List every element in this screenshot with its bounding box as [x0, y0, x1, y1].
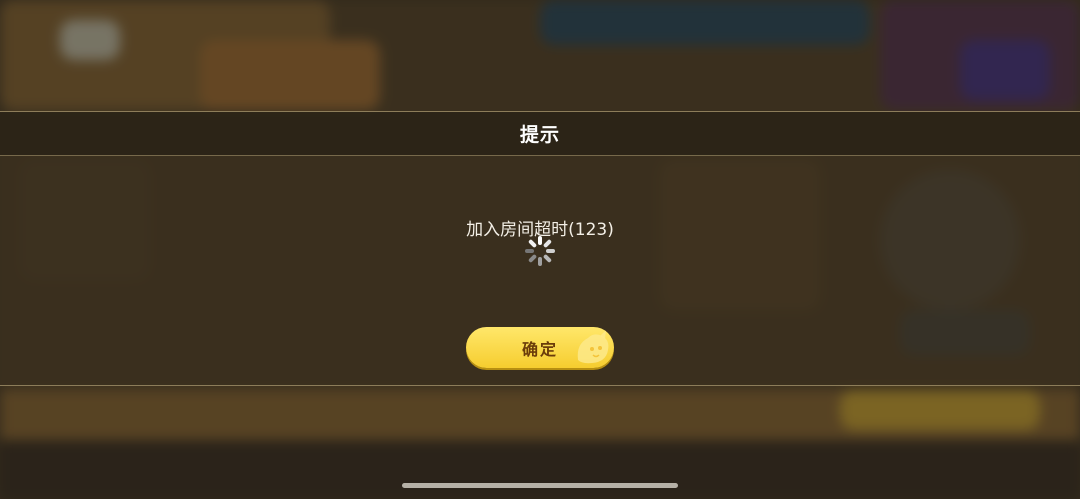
mascot-face-icon — [577, 330, 609, 364]
dialog-title: 提示 — [519, 124, 560, 146]
confirm-button-label: 确定 — [521, 339, 558, 359]
home-indicator[interactable] — [402, 483, 678, 488]
game-screen: 提示 加入房间超时(123) 确定 — [0, 0, 1080, 499]
notice-dialog: 提示 加入房间超时(123) 确定 — [0, 111, 1080, 386]
loading-spinner-icon — [525, 236, 555, 266]
confirm-button[interactable]: 确定 — [466, 327, 614, 368]
dialog-header: 提示 — [0, 112, 1080, 156]
